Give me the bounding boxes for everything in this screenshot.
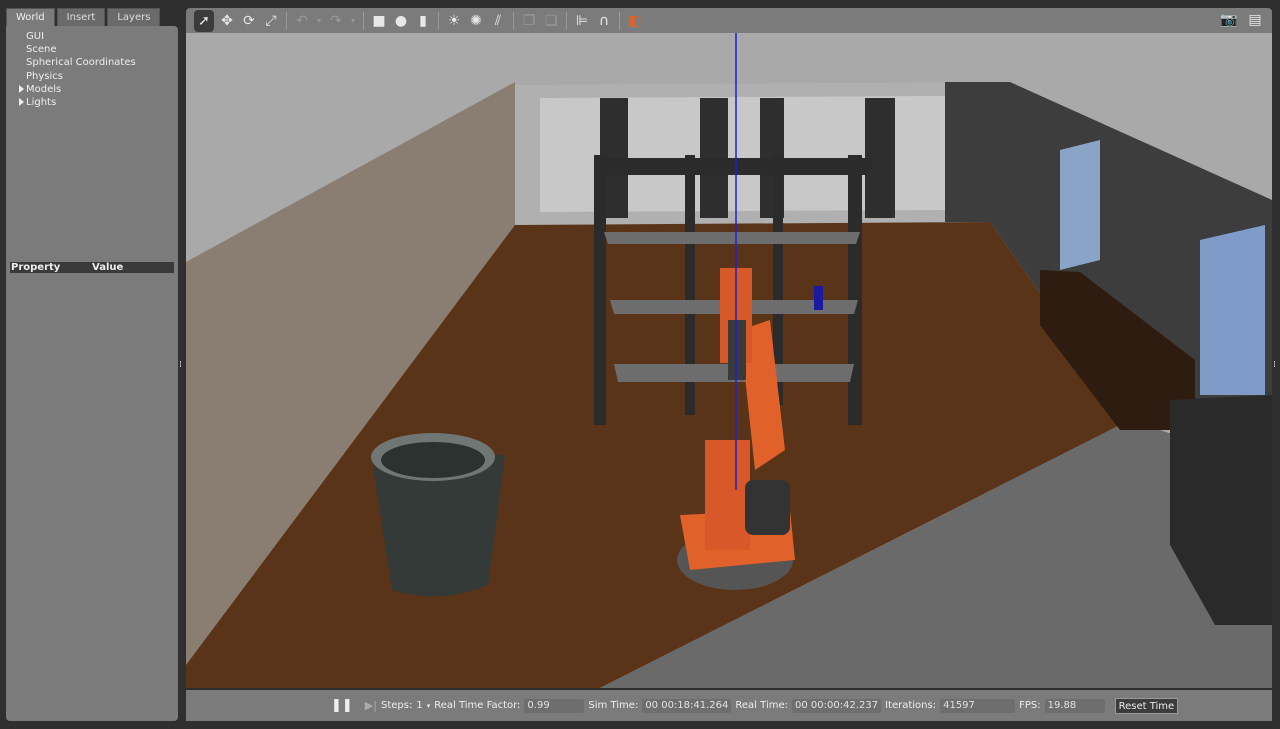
copy-icon[interactable]: ❐ bbox=[520, 12, 538, 30]
tree-item-physics[interactable]: Physics bbox=[10, 70, 178, 83]
bin bbox=[371, 433, 505, 597]
value-column-header: Value bbox=[92, 262, 124, 273]
screenshot-icon[interactable]: 📷 bbox=[1220, 11, 1238, 29]
view-angle-icon[interactable]: ◧ bbox=[626, 12, 644, 30]
undo-icon[interactable]: ↶ bbox=[293, 12, 311, 30]
rtf-label: Real Time Factor: bbox=[434, 700, 521, 711]
directional-light-icon[interactable]: ⫽ bbox=[489, 12, 507, 30]
3d-viewport[interactable] bbox=[186, 33, 1272, 688]
steps-dropdown-icon[interactable]: ▾ bbox=[427, 702, 431, 710]
sphere-icon[interactable]: ● bbox=[392, 12, 410, 30]
expand-arrow-icon[interactable] bbox=[19, 84, 24, 93]
tree-item-gui[interactable]: GUI bbox=[10, 30, 178, 43]
sim-time-label: Sim Time: bbox=[588, 700, 639, 711]
align-icon[interactable]: ⊫ bbox=[573, 12, 591, 30]
sim-status-bar: ❚❚ ▶| Steps: 1 ▾ Real Time Factor: 0.99 … bbox=[186, 690, 1272, 721]
step-icon[interactable]: ▶| bbox=[365, 699, 377, 712]
spot-light-icon[interactable]: ✺ bbox=[467, 12, 485, 30]
tree-item-label: Physics bbox=[26, 70, 63, 82]
tree-item-scene[interactable]: Scene bbox=[10, 43, 178, 56]
tree-item-label: Models bbox=[26, 83, 62, 95]
property-table-header: Property Value bbox=[10, 262, 174, 273]
iterations-value: 41597 bbox=[940, 698, 1016, 713]
box-icon[interactable]: ■ bbox=[370, 12, 388, 30]
scale-icon[interactable]: ⤢ bbox=[262, 12, 280, 30]
snap-icon[interactable]: ∩ bbox=[595, 12, 613, 30]
expand-arrow-icon[interactable] bbox=[19, 97, 24, 106]
point-light-icon[interactable]: ☀ bbox=[445, 12, 463, 30]
rotate-icon[interactable]: ⟳ bbox=[240, 12, 258, 30]
redo-icon[interactable]: ↷ bbox=[327, 12, 345, 30]
translate-icon[interactable]: ✥ bbox=[218, 12, 236, 30]
iterations-label: Iterations: bbox=[885, 700, 937, 711]
real-time-value: 00 00:00:42.237 bbox=[791, 698, 882, 713]
world-tree: GUI Scene Spherical Coordinates Physics … bbox=[6, 26, 178, 109]
steps-spinner[interactable]: 1 bbox=[416, 700, 422, 711]
tree-item-lights[interactable]: Lights bbox=[10, 96, 178, 109]
left-panel-tabs: World Insert Layers bbox=[6, 8, 161, 27]
tree-item-models[interactable]: Models bbox=[10, 83, 178, 96]
cylinder-icon[interactable]: ▮ bbox=[414, 12, 432, 30]
undo-dropdown-icon[interactable]: ▾ bbox=[315, 12, 323, 30]
right-collapse-handle[interactable]: ⁞ bbox=[1273, 360, 1276, 370]
divider bbox=[513, 11, 514, 30]
tree-item-spherical-coordinates[interactable]: Spherical Coordinates bbox=[10, 56, 178, 69]
rtf-value: 0.99 bbox=[524, 698, 585, 713]
scene-render bbox=[186, 33, 1272, 688]
divider bbox=[438, 11, 439, 30]
divider bbox=[619, 11, 620, 30]
left-collapse-handle[interactable]: ⁞ bbox=[179, 360, 182, 370]
tree-item-label: GUI bbox=[26, 31, 45, 42]
paste-icon[interactable]: ❏ bbox=[542, 12, 560, 30]
sim-time-value: 00 00:18:41.264 bbox=[642, 698, 732, 713]
fps-value: 19.88 bbox=[1044, 698, 1105, 713]
divider bbox=[363, 11, 364, 30]
divider bbox=[286, 11, 287, 30]
tab-insert[interactable]: Insert bbox=[56, 8, 106, 26]
divider bbox=[566, 11, 567, 30]
redo-dropdown-icon[interactable]: ▾ bbox=[349, 12, 357, 30]
tree-item-label: Scene bbox=[26, 44, 57, 56]
tree-item-label: Lights bbox=[26, 96, 57, 108]
toolbar: ➚ ✥ ⟳ ⤢ ↶ ▾ ↷ ▾ ■ ● ▮ ☀ ✺ ⫽ ❐ ❏ ⊫ ∩ ◧ 📷 … bbox=[186, 8, 1272, 33]
real-time-label: Real Time: bbox=[735, 700, 788, 711]
fps-label: FPS: bbox=[1019, 700, 1041, 711]
property-column-header: Property bbox=[11, 262, 61, 273]
tree-item-label: Spherical Coordinates bbox=[26, 57, 136, 69]
world-panel: GUI Scene Spherical Coordinates Physics … bbox=[6, 26, 178, 721]
reset-time-button[interactable]: Reset Time bbox=[1114, 697, 1179, 714]
select-arrow-icon[interactable]: ➚ bbox=[194, 9, 214, 32]
tab-world[interactable]: World bbox=[6, 8, 55, 27]
steps-label: Steps: bbox=[380, 700, 413, 711]
log-icon[interactable]: ▤ bbox=[1246, 11, 1264, 29]
tab-layers[interactable]: Layers bbox=[107, 8, 161, 26]
pause-icon[interactable]: ❚❚ bbox=[331, 698, 353, 713]
